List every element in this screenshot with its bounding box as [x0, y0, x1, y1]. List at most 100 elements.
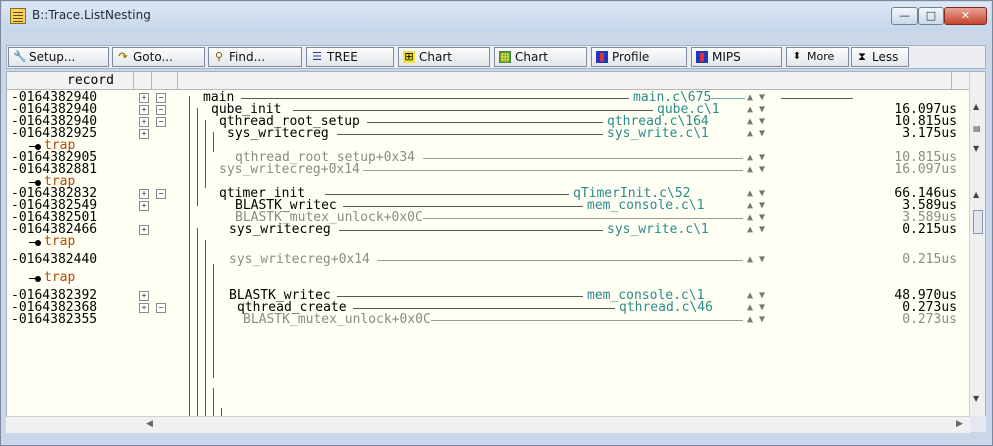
collapse-minus-icon[interactable]: −: [156, 117, 166, 127]
scroll-down-icon[interactable]: ▼: [973, 394, 979, 403]
collapse-minus-icon[interactable]: −: [156, 105, 166, 115]
mips-button[interactable]: ▮ MIPS: [691, 47, 782, 67]
goto-icon: ↷: [118, 50, 128, 63]
trace-list-window: B::Trace.ListNesting — □ ✕ 🔧 Setup... ↷ …: [0, 0, 993, 446]
table-row[interactable]: -0164382355 BLASTK_mutex_unlock+0x0C ▲ ▼…: [7, 313, 969, 326]
table-row[interactable]: -0164382501 BLASTK_mutex_unlock+0x0C ▲ ▼…: [7, 211, 969, 224]
source-location: sys_write.c\1: [607, 126, 709, 141]
duration: 0.215us: [902, 252, 957, 267]
trap-row[interactable]: trap: [7, 271, 969, 284]
chart-icon: ⊞: [403, 50, 415, 63]
collapse-minus-icon[interactable]: −: [156, 189, 166, 199]
updown-arrow-icon[interactable]: ▲ ▼: [747, 128, 765, 140]
table-row[interactable]: -0164382905 qthread_root_setup+0x34 ▲ ▼ …: [7, 151, 969, 164]
expand-plus-icon[interactable]: +: [139, 105, 149, 115]
profile-button[interactable]: ▮ Profile: [591, 47, 687, 67]
connector-line: [431, 320, 743, 321]
scroll-right-icon[interactable]: ▶: [956, 419, 963, 429]
collapse-minus-icon[interactable]: −: [156, 93, 166, 103]
maximize-button[interactable]: □: [918, 7, 944, 25]
scroll-up-icon[interactable]: ▲: [973, 102, 979, 111]
minimize-button[interactable]: —: [891, 7, 918, 25]
find-button[interactable]: ⚲ Find...: [208, 47, 302, 67]
more-button[interactable]: ⬍ More: [786, 47, 849, 67]
table-row[interactable]: -0164382940 + − qube_init qube.c\1 ▲ ▼ 1…: [7, 103, 969, 116]
trap-row[interactable]: trap: [7, 234, 969, 249]
mips-label: MIPS: [712, 50, 741, 64]
scroll-down-icon[interactable]: ▼: [973, 144, 979, 153]
scroll-left-icon[interactable]: ◀: [146, 419, 153, 429]
connector-line: [423, 218, 743, 219]
setup-button[interactable]: 🔧 Setup...: [8, 47, 109, 67]
column-separator[interactable]: [151, 72, 152, 89]
duration: 0.215us: [902, 222, 957, 237]
chart-button[interactable]: ⊞ Chart: [398, 47, 490, 67]
wrench-icon: 🔧: [13, 50, 27, 63]
expand-plus-icon[interactable]: +: [139, 303, 149, 313]
expand-plus-icon[interactable]: +: [139, 201, 149, 211]
scroll-up-icon[interactable]: ▲: [973, 190, 979, 199]
expand-plus-icon[interactable]: +: [139, 225, 149, 235]
source-location: qthread.c\46: [619, 300, 713, 315]
column-separator[interactable]: [133, 72, 134, 89]
profile-icon: ▮: [596, 51, 608, 63]
expand-plus-icon[interactable]: +: [139, 129, 149, 139]
column-separator[interactable]: [177, 72, 178, 89]
collapse-minus-icon[interactable]: −: [156, 303, 166, 313]
updown-arrow-icon[interactable]: ▲ ▼: [747, 104, 765, 116]
updown-arrow-icon[interactable]: ▲ ▼: [747, 152, 765, 164]
vertical-scrollbar[interactable]: ▲ ▤ ▼ ▲ ▼: [969, 72, 985, 430]
close-button[interactable]: ✕: [944, 7, 987, 25]
chart-table-button[interactable]: ▦ Chart: [494, 47, 587, 67]
table-row[interactable]: -0164382392 + BLASTK_writec mem_console.…: [7, 289, 969, 302]
expand-plus-icon[interactable]: +: [139, 291, 149, 301]
table-row[interactable]: -0164382940 + − main main.c\675 ▲ ▼: [7, 91, 969, 104]
updown-arrow-icon[interactable]: ▲ ▼: [747, 302, 765, 314]
column-separator[interactable]: [951, 72, 952, 89]
connector-line: [711, 98, 745, 99]
updown-arrow-icon[interactable]: ▲ ▼: [747, 224, 765, 236]
table-row[interactable]: -0164382466 + sys_writecreg sys_write.c\…: [7, 222, 969, 237]
table-row[interactable]: -0164382925 + sys_writecreg sys_write.c\…: [7, 126, 969, 141]
trap-row[interactable]: trap: [7, 139, 969, 152]
connector-line: [423, 158, 743, 159]
updown-arrow-icon[interactable]: ▲ ▼: [747, 164, 765, 176]
table-row[interactable]: -0164382832 + − qtimer_init qTimerInit.c…: [7, 187, 969, 200]
scroll-thumb[interactable]: [973, 210, 983, 234]
updown-arrow-icon[interactable]: ▲ ▼: [747, 290, 765, 302]
trap-row[interactable]: trap: [7, 175, 969, 188]
table-row[interactable]: -0164382881 sys_writecreg+0x14 ▲ ▼ 16.09…: [7, 163, 969, 176]
tree-guide: [205, 240, 206, 430]
trace-list[interactable]: record -0164382940 + − main main.c\675 ▲…: [6, 71, 986, 431]
updown-arrow-icon[interactable]: ▲ ▼: [747, 116, 765, 128]
updown-arrow-icon[interactable]: ▲ ▼: [747, 314, 765, 326]
updown-arrow-icon[interactable]: ▲ ▼: [747, 92, 765, 104]
setup-label: Setup...: [29, 50, 76, 64]
updown-arrow-icon[interactable]: ▲ ▼: [747, 200, 765, 212]
trap-label: trap: [44, 234, 76, 249]
expand-plus-icon[interactable]: +: [139, 93, 149, 103]
updown-arrow-icon[interactable]: ▲ ▼: [747, 212, 765, 224]
resize-grip-icon[interactable]: [970, 416, 986, 432]
updown-arrow-icon[interactable]: ▲ ▼: [747, 188, 765, 200]
less-label: Less: [872, 50, 899, 64]
hourglass-icon: ⧗: [858, 50, 866, 63]
expand-plus-icon[interactable]: +: [139, 117, 149, 127]
table-row[interactable]: -0164382440 sys_writecreg+0x14 ▲ ▼ 0.215…: [7, 252, 969, 267]
horizontal-scrollbar[interactable]: ◀ ▶: [6, 416, 970, 433]
less-button[interactable]: ⧗ Less: [851, 47, 909, 67]
connector-line: [293, 110, 653, 111]
connector-line: [343, 206, 583, 207]
page-icon[interactable]: ▤: [973, 124, 981, 133]
tree-button[interactable]: ☰ TREE: [306, 47, 394, 67]
goto-button[interactable]: ↷ Goto...: [112, 47, 205, 67]
updown-arrow-icon[interactable]: ▲ ▼: [747, 254, 765, 266]
table-row[interactable]: -0164382940 + − qthread_root_setup qthre…: [7, 115, 969, 128]
title-bar[interactable]: B::Trace.ListNesting — □ ✕: [2, 2, 991, 30]
binoculars-icon: ⚲: [214, 50, 224, 63]
table-row[interactable]: -0164382368 + − qthread_create qthread.c…: [7, 300, 969, 315]
chart-label: Chart: [419, 50, 452, 64]
expand-plus-icon[interactable]: +: [139, 189, 149, 199]
table-row[interactable]: -0164382549 + BLASTK_writec mem_console.…: [7, 199, 969, 212]
window-title: B::Trace.ListNesting: [32, 8, 151, 22]
